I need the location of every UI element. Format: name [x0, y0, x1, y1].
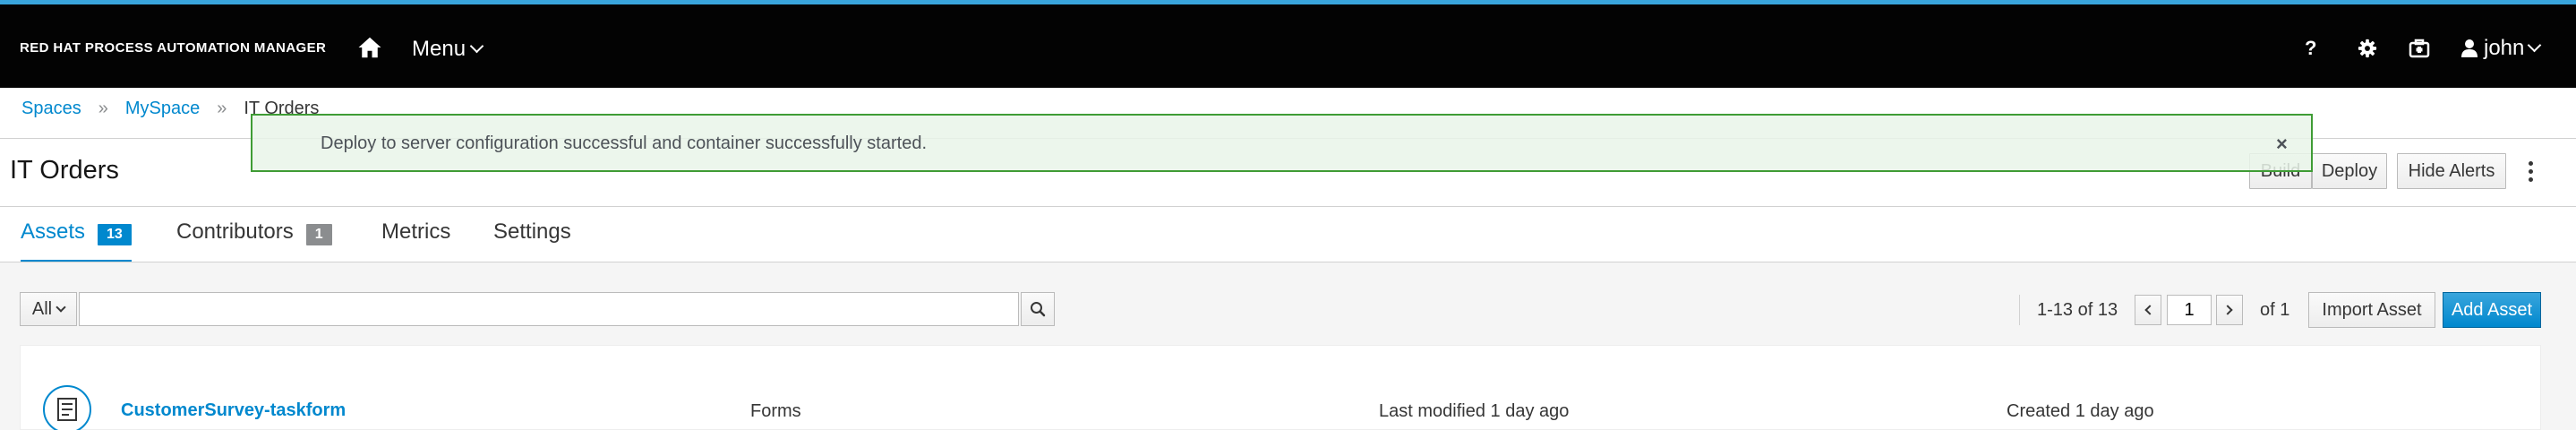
assets-panel: All 1-13 of 13 of 1 Import Asset Add Ass…: [0, 262, 2576, 430]
user-dropdown[interactable]: john: [2460, 33, 2542, 64]
alert-close-button[interactable]: ×: [2276, 133, 2288, 156]
count-badge: 13: [98, 224, 132, 245]
deploy-button[interactable]: Deploy: [2312, 153, 2387, 189]
tab-label: Settings: [493, 219, 571, 244]
asset-last-modified: Last modified 1 day ago: [1379, 401, 1570, 421]
gear-icon: [2358, 39, 2377, 58]
chevron-down-icon: [56, 301, 66, 313]
menu-dropdown[interactable]: Menu: [412, 37, 484, 62]
breadcrumb-separator: »: [217, 99, 227, 118]
breadcrumb-myspace[interactable]: MySpace: [125, 99, 200, 119]
divider: [2019, 295, 2020, 325]
asset-filter-dropdown[interactable]: All: [20, 292, 77, 326]
form-icon: [43, 385, 91, 430]
asset-type: Forms: [750, 401, 801, 421]
tab-metrics[interactable]: Metrics: [381, 219, 450, 262]
asset-name-link[interactable]: CustomerSurvey-taskform: [121, 400, 346, 421]
project-tabs: Assets 13 Contributors 1 Metrics Setting…: [0, 207, 2576, 262]
breadcrumb-separator: »: [98, 99, 108, 118]
success-alert: Deploy to server configuration successfu…: [251, 114, 2313, 172]
breadcrumb-spaces[interactable]: Spaces: [21, 99, 81, 119]
user-icon: [2461, 39, 2478, 57]
assets-toolbar: All 1-13 of 13 of 1 Import Asset Add Ass…: [0, 262, 2576, 345]
tab-assets[interactable]: Assets 13: [21, 219, 132, 262]
pagination-range: 1-13 of 13: [2037, 300, 2118, 320]
tab-contributors[interactable]: Contributors 1: [176, 219, 332, 262]
masthead: RED HAT PROCESS AUTOMATION MANAGER Menu …: [0, 0, 2576, 88]
settings-button[interactable]: [2353, 33, 2382, 64]
kebab-dot: [2528, 168, 2533, 174]
import-asset-button[interactable]: Import Asset: [2308, 292, 2435, 328]
add-asset-button[interactable]: Add Asset: [2443, 292, 2541, 328]
alert-message: Deploy to server configuration successfu…: [321, 133, 928, 153]
user-name: john: [2484, 36, 2525, 60]
kebab-menu-button[interactable]: [2523, 156, 2537, 186]
previous-page-button[interactable]: [2135, 295, 2161, 325]
total-pages-label: of 1: [2260, 300, 2290, 320]
list-item[interactable]: CustomerSurvey-taskform Forms Last modif…: [21, 346, 2540, 430]
home-button[interactable]: [356, 34, 383, 61]
tab-settings[interactable]: Settings: [493, 219, 571, 262]
chevron-left-icon: [2144, 305, 2155, 315]
home-icon: [358, 37, 381, 58]
page-title: IT Orders: [10, 156, 119, 185]
help-button[interactable]: ?: [2305, 33, 2316, 64]
search-input[interactable]: [79, 292, 1019, 326]
tab-label: Assets: [21, 219, 86, 244]
filter-value: All: [31, 298, 53, 319]
search-icon: [1031, 302, 1046, 317]
count-badge: 1: [305, 224, 332, 245]
search-button[interactable]: [1021, 292, 1055, 326]
tab-label: Contributors: [176, 219, 294, 244]
kebab-dot: [2528, 176, 2533, 182]
hide-alerts-button[interactable]: Hide Alerts: [2397, 153, 2506, 189]
page-number-input[interactable]: [2167, 295, 2212, 325]
next-page-button[interactable]: [2216, 295, 2243, 325]
asset-created: Created 1 day ago: [2007, 401, 2154, 421]
chevron-down-icon: [469, 39, 484, 54]
chevron-down-icon: [2528, 38, 2542, 53]
brand-logo[interactable]: RED HAT PROCESS AUTOMATION MANAGER: [20, 40, 326, 56]
menu-label: Menu: [412, 37, 466, 61]
kebab-dot: [2528, 160, 2533, 166]
tab-label: Metrics: [381, 219, 451, 244]
tasks-button[interactable]: [2405, 33, 2434, 64]
asset-list: CustomerSurvey-taskform Forms Last modif…: [20, 345, 2541, 430]
tasks-icon: [2409, 39, 2430, 58]
chevron-right-icon: [2222, 305, 2233, 315]
